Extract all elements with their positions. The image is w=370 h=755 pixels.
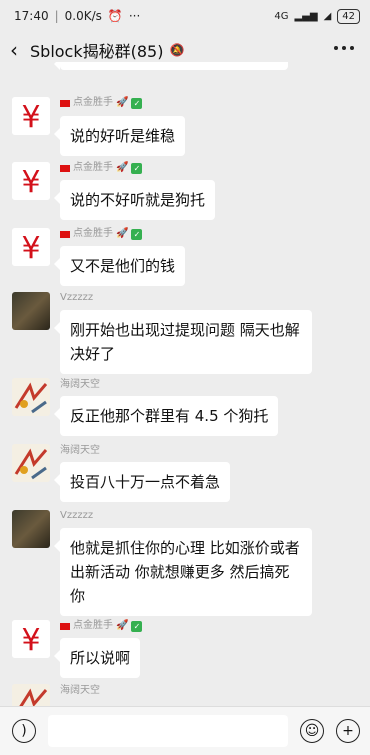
back-icon[interactable]: ‹ bbox=[10, 40, 18, 60]
battery-icon: 42 bbox=[337, 8, 360, 24]
input-bar: ) ☺ + bbox=[0, 706, 370, 755]
message-bubble[interactable]: 投百八十万一点不着急 bbox=[53, 462, 231, 502]
sender-name: Vzzzzz bbox=[60, 292, 94, 303]
sender-name: 海阔天空 bbox=[60, 445, 100, 456]
status-time: 17:40 bbox=[14, 9, 49, 23]
svg-text:¥: ¥ bbox=[21, 231, 40, 266]
avatar[interactable]: ¥ bbox=[12, 97, 50, 135]
avatar[interactable]: ¥ bbox=[12, 620, 50, 658]
sender-name: 海阔天空 bbox=[60, 379, 100, 390]
message-bubble[interactable]: 他就是抓住你的心理 比如涨价或者出新活动 你就想赚更多 然后搞死你 bbox=[54, 528, 312, 616]
avatar[interactable]: ¥ bbox=[12, 162, 50, 200]
svg-text:¥: ¥ bbox=[21, 165, 40, 200]
more-icon[interactable] bbox=[334, 46, 354, 50]
avatar[interactable]: ¥ bbox=[12, 228, 50, 266]
svg-text:¥: ¥ bbox=[21, 100, 40, 135]
network-label: 4G bbox=[274, 10, 289, 22]
avatar[interactable] bbox=[12, 292, 50, 330]
plus-icon[interactable]: + bbox=[336, 719, 360, 743]
emoji-icon[interactable]: ☺ bbox=[300, 719, 324, 743]
sender-name: 点金胜手 🚀 ✓ bbox=[60, 619, 143, 633]
sender-name: 海阔天空 bbox=[60, 685, 100, 696]
svg-text:¥: ¥ bbox=[21, 623, 40, 658]
avatar[interactable] bbox=[12, 378, 50, 416]
message-bubble[interactable]: 反正他那个群里有 4.5 个狗托 bbox=[53, 396, 279, 436]
status-bar: 17:40 | 0.0K/s ⏰ ··· 4G ▂▄▆ ◢ 42 bbox=[0, 0, 370, 32]
chat-title: Sblock揭秘群(85) bbox=[30, 42, 164, 61]
avatar[interactable] bbox=[12, 510, 50, 548]
message-bubble[interactable]: 说的不好听就是狗托 bbox=[53, 180, 216, 220]
avatar[interactable] bbox=[12, 684, 50, 706]
message-bubble-cut bbox=[54, 62, 288, 70]
sender-name: 点金胜手 🚀 ✓ bbox=[60, 227, 143, 241]
message-bubble[interactable]: 刚开始也出现过提现问题 隔天也解决好了 bbox=[54, 310, 312, 374]
sender-name: 点金胜手 🚀 ✓ bbox=[60, 161, 143, 175]
mute-icon: 🔕 bbox=[169, 43, 185, 57]
message-bubble[interactable]: 说的好听是维稳 bbox=[53, 116, 186, 156]
chat-messages: ¥ 点金胜手 🚀 ✓ 说的好听是维稳 ¥ 点金胜手 🚀 ✓ 说的不好听就是狗托 ¥ 点金… bbox=[0, 62, 370, 706]
message-input[interactable] bbox=[48, 715, 288, 747]
signal-icon: ▂▄▆ bbox=[294, 10, 318, 22]
status-speed: 0.0K/s bbox=[64, 9, 102, 23]
alarm-icon: ⏰ bbox=[107, 9, 123, 23]
sender-name: 点金胜手 🚀 ✓ bbox=[60, 96, 143, 110]
sender-name: Vzzzzz bbox=[60, 510, 94, 521]
more-dots-icon: ··· bbox=[128, 9, 141, 23]
avatar[interactable] bbox=[12, 444, 50, 482]
voice-icon[interactable]: ) bbox=[12, 719, 36, 743]
wifi-icon: ◢ bbox=[323, 10, 332, 22]
message-bubble[interactable]: 又不是他们的钱 bbox=[53, 246, 186, 286]
message-bubble[interactable]: 所以说啊 bbox=[53, 638, 141, 678]
